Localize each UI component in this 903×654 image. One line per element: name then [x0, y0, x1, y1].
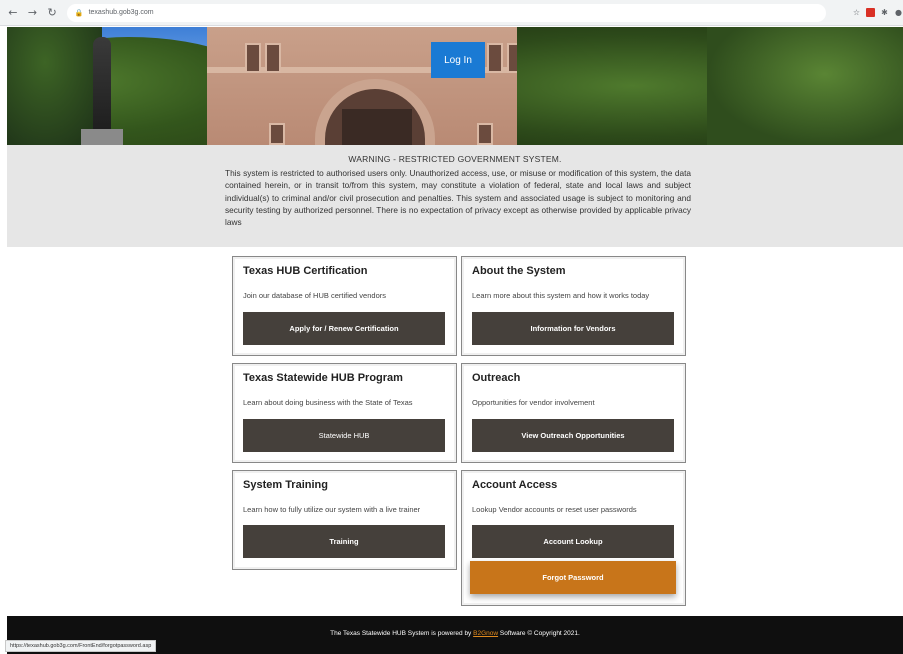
hero-trees-left-dark	[7, 27, 102, 145]
back-icon[interactable]: ←	[6, 6, 20, 20]
hero-window	[245, 43, 261, 73]
hero-window	[487, 43, 503, 73]
hero-statue	[93, 37, 111, 132]
information-for-vendors-button[interactable]: Information for Vendors	[472, 312, 674, 345]
hero-window	[477, 123, 493, 145]
view-outreach-opportunities-button[interactable]: View Outreach Opportunities	[472, 419, 674, 452]
warning-banner: WARNING - RESTRICTED GOVERNMENT SYSTEM. …	[7, 145, 903, 247]
card-about-system: About the System Learn more about this s…	[461, 256, 686, 356]
address-bar-url: texashub.gob3g.com	[88, 9, 154, 16]
hero-trees-right-far	[707, 27, 903, 145]
hero-statue-pedestal	[81, 129, 123, 145]
hero-arch-doorway	[342, 109, 412, 145]
card-description: Learn more about this system and how it …	[472, 291, 650, 300]
card-title: System Training	[243, 479, 328, 491]
footer-brand-link[interactable]: B2Gnow	[473, 630, 498, 637]
card-title: Outreach	[472, 372, 521, 384]
card-description: Opportunities for vendor involvement	[472, 398, 595, 407]
profile-icon[interactable]: ●	[894, 8, 903, 17]
browser-toolbar: ← → ↻ 🔒 texashub.gob3g.com ☆ ✱ ●	[0, 0, 903, 26]
card-title: Texas HUB Certification	[243, 265, 368, 277]
forgot-password-button[interactable]: Forgot Password	[470, 561, 676, 594]
pdf-extension-icon[interactable]	[866, 8, 876, 17]
footer-text-before: The Texas Statewide HUB System is powere…	[330, 630, 474, 637]
footer-copyright: The Texas Statewide HUB System is powere…	[7, 630, 903, 637]
reload-icon[interactable]: ↻	[45, 6, 59, 20]
statewide-hub-button[interactable]: Statewide HUB	[243, 419, 445, 452]
status-bar-url: https://texashub.gob3g.com/FrontEnd/forg…	[5, 640, 157, 652]
footer-text-after: Software © Copyright 2021.	[498, 630, 580, 637]
address-bar[interactable]: 🔒 texashub.gob3g.com	[66, 3, 827, 22]
login-button[interactable]: Log In	[431, 42, 485, 78]
card-description: Join our database of HUB certified vendo…	[243, 291, 386, 300]
account-lookup-button[interactable]: Account Lookup	[472, 525, 674, 558]
hero-window	[265, 43, 281, 73]
card-statewide-hub-program: Texas Statewide HUB Program Learn about …	[232, 363, 457, 463]
card-description: Learn about doing business with the Stat…	[243, 398, 413, 407]
training-button[interactable]: Training	[243, 525, 445, 558]
apply-renew-certification-button[interactable]: Apply for / Renew Certification	[243, 312, 445, 345]
puzzle-icon[interactable]: ✱	[880, 8, 889, 17]
card-title: About the System	[472, 265, 566, 277]
card-outreach: Outreach Opportunities for vendor involv…	[461, 363, 686, 463]
hero-window	[269, 123, 285, 145]
card-system-training: System Training Learn how to fully utili…	[232, 470, 457, 570]
lock-icon: 🔒	[74, 8, 84, 17]
warning-body: This system is restricted to authorised …	[225, 168, 691, 228]
card-description: Learn how to fully utilize our system wi…	[243, 505, 421, 514]
star-icon[interactable]: ☆	[852, 8, 861, 17]
forward-icon[interactable]: →	[26, 6, 40, 20]
card-hub-certification: Texas HUB Certification Join our databas…	[232, 256, 457, 356]
hero-banner: Log In	[7, 27, 903, 145]
card-description: Lookup Vendor accounts or reset user pas…	[472, 505, 637, 514]
warning-title: WARNING - RESTRICTED GOVERNMENT SYSTEM.	[348, 154, 562, 164]
extensions: ☆ ✱ ●	[852, 8, 903, 17]
card-title: Texas Statewide HUB Program	[243, 372, 403, 384]
card-title: Account Access	[472, 479, 558, 491]
